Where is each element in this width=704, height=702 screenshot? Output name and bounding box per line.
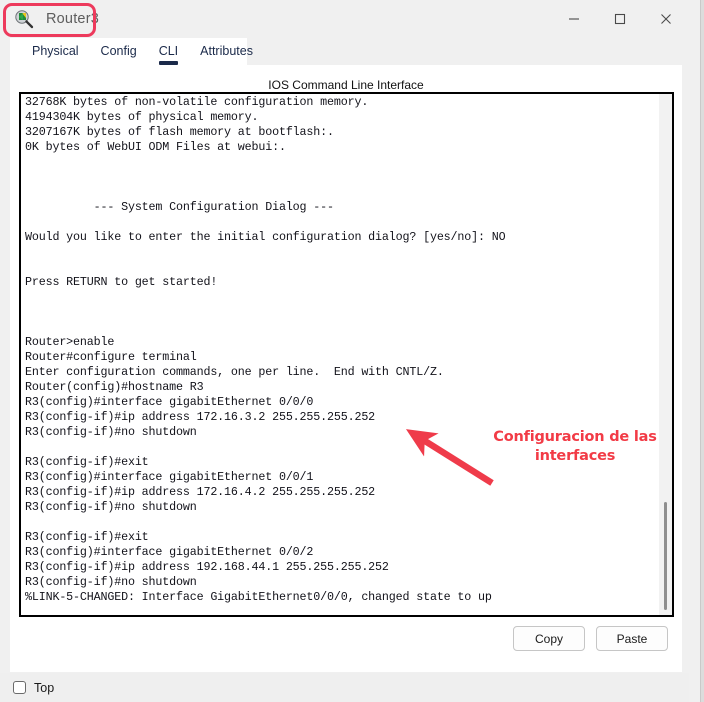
cli-header: IOS Command Line Interface bbox=[268, 78, 424, 92]
window-title: Router3 bbox=[46, 11, 99, 27]
tab-cli-label: CLI bbox=[158, 44, 179, 58]
terminal-button-row: Copy Paste bbox=[10, 626, 682, 651]
terminal-output: 32768K bytes of non-volatile configurati… bbox=[25, 95, 506, 604]
tab-attributes[interactable]: Attributes bbox=[200, 38, 253, 65]
window-controls bbox=[551, 0, 689, 38]
tab-config-underline bbox=[101, 61, 137, 65]
window-footer: Top bbox=[0, 673, 689, 702]
tab-attributes-label: Attributes bbox=[200, 44, 253, 58]
tab-physical-underline bbox=[32, 61, 79, 65]
top-checkbox-label: Top bbox=[34, 680, 55, 695]
copy-button[interactable]: Copy bbox=[513, 626, 585, 651]
terminal-scrollbar-thumb[interactable] bbox=[664, 502, 667, 610]
cli-terminal[interactable]: 32768K bytes of non-volatile configurati… bbox=[19, 92, 674, 617]
content-panel: Physical Config CLI Attributes IOS Comma… bbox=[10, 38, 682, 672]
window-scrollbar[interactable] bbox=[689, 38, 700, 702]
tab-cli[interactable]: CLI bbox=[158, 38, 179, 65]
tab-cli-underline bbox=[158, 61, 179, 65]
window-titlebar: Router3 bbox=[0, 0, 689, 38]
maximize-icon[interactable] bbox=[597, 0, 643, 38]
tab-physical-label: Physical bbox=[32, 44, 79, 58]
tab-config[interactable]: Config bbox=[101, 38, 137, 65]
close-icon[interactable] bbox=[643, 0, 689, 38]
top-checkbox[interactable] bbox=[13, 681, 26, 694]
device-config-window: Router3 Physical Config CLI Attributes I… bbox=[0, 0, 704, 702]
tab-physical[interactable]: Physical bbox=[32, 38, 79, 65]
tab-bar: Physical Config CLI Attributes bbox=[10, 38, 682, 65]
terminal-scrollbar[interactable] bbox=[659, 94, 672, 615]
window-right-edge bbox=[700, 0, 704, 702]
tab-config-label: Config bbox=[100, 44, 137, 58]
minimize-icon[interactable] bbox=[551, 0, 597, 38]
router-magnifier-icon bbox=[14, 9, 34, 29]
tab-attributes-underline bbox=[200, 61, 253, 65]
paste-button[interactable]: Paste bbox=[596, 626, 668, 651]
